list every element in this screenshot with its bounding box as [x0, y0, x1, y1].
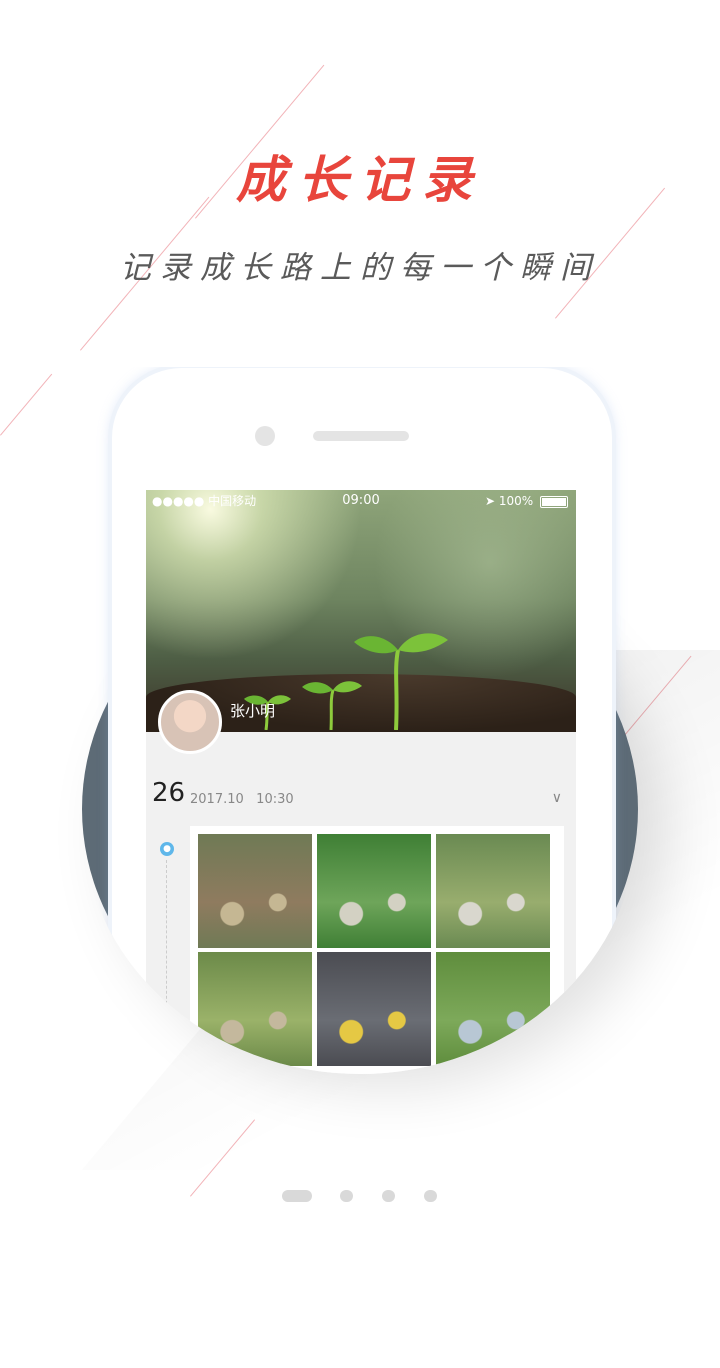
photo-thumbnail[interactable]: [317, 834, 431, 948]
entry-date-time: 2017.10 10:30: [190, 792, 294, 807]
entry-time: 10:30: [256, 792, 294, 807]
battery-icon: [540, 496, 568, 508]
decor-line: [0, 373, 53, 436]
location-icon: ➤: [484, 494, 496, 508]
page-subtitle: 记录成长路上的每一个瞬间: [120, 250, 600, 286]
battery-status: ➤ 100%: [485, 490, 568, 512]
entry-day: 26: [152, 778, 186, 808]
profile-name: 张小明: [230, 702, 276, 720]
phone-mockup: ●●●●● 中国移动 09:00 ➤ 100% 张小明 26 2017.10 1…: [112, 368, 612, 1368]
page-dot[interactable]: [424, 1190, 437, 1202]
page-dot[interactable]: [382, 1190, 395, 1202]
camera-icon: [255, 426, 275, 446]
page-dot[interactable]: [340, 1190, 353, 1202]
page-dot[interactable]: [282, 1190, 312, 1202]
photo-thumbnail[interactable]: [436, 834, 550, 948]
cover-image: ●●●●● 中国移动 09:00 ➤ 100%: [146, 490, 576, 732]
photo-thumbnail[interactable]: [198, 834, 312, 948]
status-bar: ●●●●● 中国移动 09:00 ➤ 100%: [146, 490, 576, 512]
page-indicator: [0, 1190, 720, 1204]
entry-date: 2017.10: [190, 792, 244, 807]
battery-label: 100%: [498, 494, 534, 508]
page-title: 成长记录: [236, 150, 484, 209]
photo-thumbnail[interactable]: [317, 952, 431, 1066]
avatar[interactable]: [158, 690, 222, 754]
sprout-image: [226, 560, 566, 730]
speaker-grille: [313, 431, 409, 441]
chevron-down-icon[interactable]: ∨: [552, 790, 562, 806]
timeline-marker-icon: ●: [160, 842, 174, 856]
